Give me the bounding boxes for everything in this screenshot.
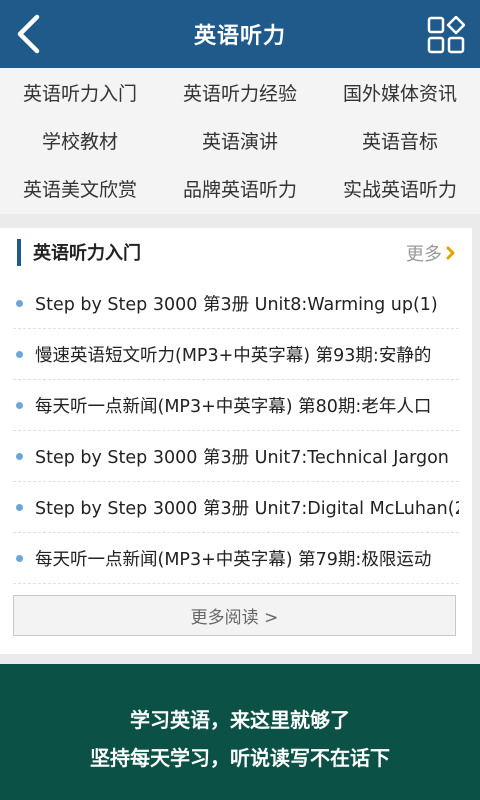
list-item[interactable]: 慢速英语短文听力(MP3+中英字幕) 第93期:安静的 (13, 329, 459, 380)
list-item[interactable]: Step by Step 3000 第3册 Unit7:Digital McLu… (13, 482, 459, 533)
bullet-icon (16, 453, 23, 460)
category-item[interactable]: 英语演讲 (160, 116, 320, 164)
list-item[interactable]: 每天听一点新闻(MP3+中英字幕) 第79期:极限运动 (13, 533, 459, 584)
list-item-title: 慢速英语短文听力(MP3+中英字幕) 第93期:安静的 (35, 346, 432, 366)
page-title: 英语听力 (193, 24, 286, 49)
list-item[interactable]: 每天听一点新闻(MP3+中英字幕) 第80期:老年人口 (13, 380, 459, 431)
back-button[interactable] (6, 12, 50, 56)
category-grid: 英语听力入门 英语听力经验 国外媒体资讯 学校教材 英语演讲 英语音标 英语美文… (0, 68, 480, 214)
category-item[interactable]: 英语听力经验 (160, 68, 320, 116)
category-item[interactable]: 英语听力入门 (0, 68, 160, 116)
grid-apps-icon (427, 16, 465, 54)
category-item[interactable]: 学校教材 (0, 116, 160, 164)
category-item[interactable]: 实战英语听力 (320, 164, 480, 212)
top-bar: 英语听力 (0, 0, 480, 68)
more-label: 更多 (406, 244, 442, 265)
more-link[interactable]: 更多 (406, 240, 456, 266)
bullet-icon (16, 300, 23, 307)
section-title: 英语听力入门 (33, 243, 141, 264)
scrollbar-track (472, 214, 480, 664)
article-list: Step by Step 3000 第3册 Unit8:Warming up(1… (0, 278, 472, 584)
list-item-title: 每天听一点新闻(MP3+中英字幕) 第79期:极限运动 (35, 550, 432, 570)
bullet-icon (16, 555, 23, 562)
chevron-right-icon (446, 246, 455, 260)
section-accent-bar (17, 239, 21, 266)
bullet-icon (16, 402, 23, 409)
list-item-title: Step by Step 3000 第3册 Unit7:Technical Ja… (35, 448, 449, 468)
menu-grid-button[interactable] (424, 14, 468, 56)
bullet-icon (16, 504, 23, 511)
list-item[interactable]: Step by Step 3000 第3册 Unit7:Technical Ja… (13, 431, 459, 482)
category-item[interactable]: 品牌英语听力 (160, 164, 320, 212)
footer-banner: 学习英语，来这里就够了 坚持每天学习，听说读写不在话下 (0, 664, 480, 800)
list-item-title: Step by Step 3000 第3册 Unit8:Warming up(1… (35, 295, 438, 315)
section-header: 英语听力入门 更多 (0, 228, 472, 278)
category-item[interactable]: 国外媒体资讯 (320, 68, 480, 116)
chevron-left-icon (17, 14, 40, 54)
footer-slogan-1: 学习英语，来这里就够了 (130, 708, 350, 732)
footer-slogan-2: 坚持每天学习，听说读写不在话下 (90, 746, 390, 770)
article-panel: 英语听力入门 更多 Step by Step 3000 第3册 Unit8:Wa… (0, 228, 472, 654)
category-item[interactable]: 英语美文欣赏 (0, 164, 160, 212)
bullet-icon (16, 351, 23, 358)
list-item-title: Step by Step 3000 第3册 Unit7:Digital McLu… (35, 499, 459, 519)
read-more-button[interactable]: 更多阅读 > (13, 595, 456, 636)
category-item[interactable]: 英语音标 (320, 116, 480, 164)
list-item[interactable]: Step by Step 3000 第3册 Unit8:Warming up(1… (13, 278, 459, 329)
list-item-title: 每天听一点新闻(MP3+中英字幕) 第80期:老年人口 (35, 397, 432, 417)
